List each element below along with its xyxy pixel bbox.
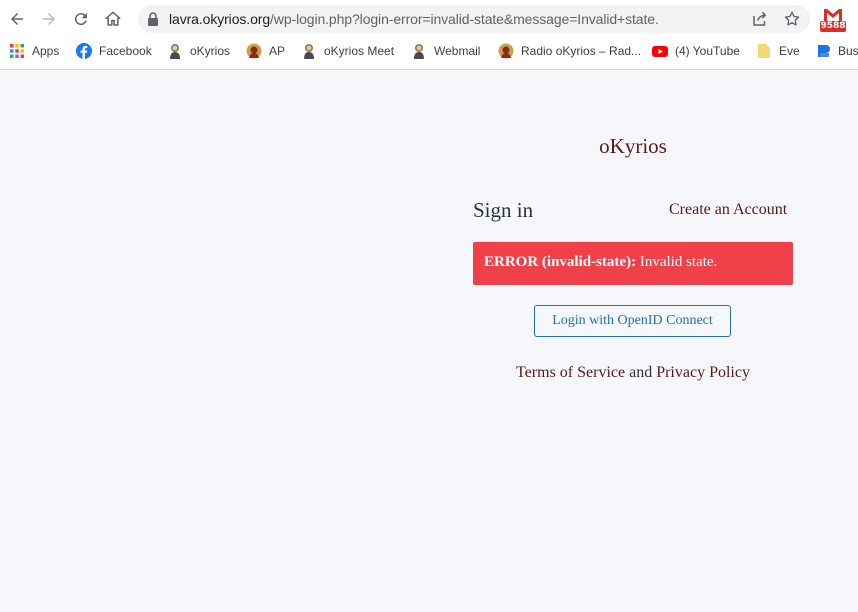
- browser-chrome: lavra.okyrios.org/wp-login.php?login-err…: [0, 0, 858, 70]
- gmail-extension[interactable]: 9588: [820, 9, 846, 32]
- reload-icon: [74, 13, 87, 26]
- bookmark-label: Busi: [838, 44, 858, 58]
- bookmarks-bar: Apps Facebook oKyrios AP oKyrios Meet We…: [0, 40, 858, 62]
- forward-arrow-icon: [43, 13, 55, 25]
- bookmark-eve[interactable]: Eve: [756, 42, 800, 60]
- radio-icon: [498, 43, 514, 59]
- lock-icon: [148, 12, 158, 26]
- browser-toolbar: lavra.okyrios.org/wp-login.php?login-err…: [0, 0, 858, 38]
- home-icon: [105, 11, 121, 26]
- bookmark-okyrios[interactable]: oKyrios: [167, 42, 230, 60]
- error-notice: ERROR (invalid-state): Invalid state.: [473, 242, 793, 285]
- address-bar[interactable]: lavra.okyrios.org/wp-login.php?login-err…: [138, 5, 810, 33]
- bookmark-label: (4) YouTube: [675, 44, 740, 58]
- okyrios-icon: [170, 44, 180, 59]
- bookmark-facebook[interactable]: Facebook: [76, 42, 152, 60]
- bookmark-star-icon[interactable]: [783, 10, 801, 28]
- ap-icon: [246, 43, 262, 59]
- bookmark-radio[interactable]: Radio oKyrios – Rad...: [498, 42, 641, 60]
- bookmark-label: oKyrios: [190, 44, 231, 58]
- home-button[interactable]: [99, 5, 127, 33]
- gmail-icon: [824, 9, 842, 21]
- bookmark-label: Apps: [32, 44, 60, 58]
- webmail-icon: [414, 44, 424, 59]
- unread-count-badge: 9588: [820, 21, 846, 32]
- okyrios-meet-icon: [304, 44, 314, 59]
- folder-icon: [758, 44, 770, 58]
- back-arrow-icon: [11, 13, 23, 25]
- sign-in-heading: Sign in: [473, 198, 534, 222]
- reload-button[interactable]: [67, 5, 95, 33]
- url-host: lavra.okyrios.org: [169, 11, 271, 27]
- apps-grid-icon: [10, 44, 24, 58]
- error-message: Invalid state.: [636, 254, 718, 270]
- url-path: /wp-login.php?login-error=invalid-state&…: [270, 11, 659, 27]
- back-button[interactable]: [3, 5, 31, 33]
- openid-login-button[interactable]: Login with OpenID Connect: [534, 305, 731, 337]
- bookmark-label: Webmail: [434, 44, 481, 58]
- bookmark-webmail[interactable]: Webmail: [411, 42, 480, 60]
- legal-links: Terms of Service and Privacy Policy: [473, 364, 793, 382]
- create-account-link[interactable]: Create an Account: [669, 201, 787, 219]
- bookmark-youtube[interactable]: (4) YouTube: [652, 42, 740, 60]
- bookmark-label: AP: [269, 44, 286, 58]
- bookmark-label: oKyrios Meet: [324, 44, 395, 58]
- error-label: ERROR (invalid-state):: [484, 254, 637, 270]
- share-icon[interactable]: [751, 10, 769, 28]
- bookmark-ap[interactable]: AP: [246, 42, 285, 60]
- terms-of-service-link[interactable]: Terms of Service: [516, 364, 625, 381]
- bookmark-label: Facebook: [99, 44, 152, 58]
- bookmark-label: Eve: [779, 44, 800, 58]
- bookmark-okyrios-meet[interactable]: oKyrios Meet: [301, 42, 394, 60]
- bookmark-business[interactable]: Busi: [815, 42, 858, 60]
- youtube-icon: [652, 46, 668, 57]
- bookmark-label: Radio oKyrios – Rad...: [521, 44, 642, 58]
- forward-button[interactable]: [35, 5, 63, 33]
- url-text[interactable]: lavra.okyrios.org/wp-login.php?login-err…: [169, 11, 659, 27]
- bookmark-apps[interactable]: Apps: [9, 42, 59, 60]
- facebook-icon: [76, 43, 92, 59]
- site-title[interactable]: oKyrios: [473, 134, 793, 159]
- privacy-policy-link[interactable]: Privacy Policy: [656, 364, 750, 381]
- legal-and-text: and: [625, 364, 657, 381]
- business-icon: [818, 45, 830, 57]
